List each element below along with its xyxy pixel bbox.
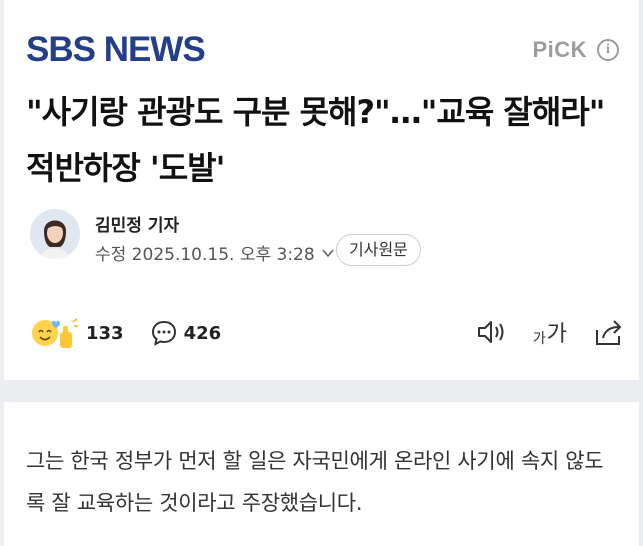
article-body-text: 그는 한국 정부가 먼저 할 일은 자국민에게 온라인 사기에 속지 않도록 잘… <box>26 449 604 515</box>
comment-icon[interactable] <box>150 319 178 347</box>
reaction-emoji-icon[interactable] <box>30 316 80 350</box>
pick-label: PiCK <box>532 37 587 62</box>
author-name[interactable]: 김민정 기자 <box>95 211 179 236</box>
font-size-button[interactable]: 가가 <box>533 316 567 348</box>
modified-date[interactable]: 수정 2025.10.15. 오후 3:28 <box>95 240 335 265</box>
reaction-count: 133 <box>86 322 124 344</box>
press-logo[interactable]: SBS NEWS <box>26 30 206 70</box>
font-size-large-glyph: 가 <box>546 322 567 347</box>
info-icon[interactable]: i <box>597 39 619 61</box>
article-headline: "사기랑 관광도 구분 못해?"…"교육 잘해라" 적반하장 '도발' <box>26 93 605 187</box>
share-icon[interactable] <box>593 316 625 348</box>
author-avatar[interactable] <box>30 209 80 259</box>
comment-count: 426 <box>183 322 222 344</box>
reaction-bar: 133 426 <box>30 316 221 350</box>
author-photo <box>30 209 80 259</box>
speaker-icon[interactable] <box>475 316 507 348</box>
original-article-button[interactable]: 기사원문 <box>336 234 421 266</box>
modified-date-text: 수정 2025.10.15. 오후 3:28 <box>95 245 315 265</box>
article-tools: 가가 <box>475 316 625 348</box>
chevron-down-icon <box>322 248 334 257</box>
font-size-small-glyph: 가 <box>532 331 546 347</box>
